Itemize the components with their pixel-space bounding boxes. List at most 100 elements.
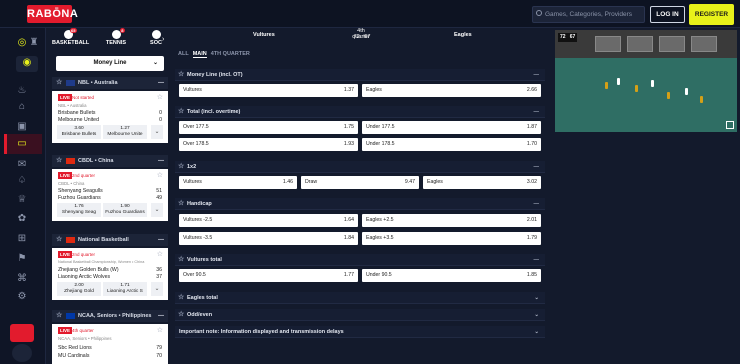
market-header[interactable]: ☆ Odd/even ⌄ [175,309,545,321]
minimize-icon[interactable]: — [158,155,164,167]
login-button[interactable]: LOG IN [650,6,685,23]
odd-button[interactable]: 3.60 Brisbane Bullets [57,125,101,139]
register-button[interactable]: REGISTER [689,4,734,25]
star-icon[interactable]: ☆ [157,327,163,334]
market-header[interactable]: ☆ 1x2 — [175,161,545,173]
shop-icon[interactable]: ⌘ [14,272,30,286]
casino-icon[interactable]: ▣ [14,120,30,134]
gift-icon[interactable]: ✿ [14,212,30,226]
cards-icon[interactable]: ♤ [14,174,30,188]
odd-button[interactable]: Over 177.5 1.75 [179,121,358,134]
flag-icon [66,158,75,164]
search-input[interactable]: Games, Categories, Providers [532,6,645,23]
minimize-icon[interactable]: — [534,106,540,118]
minimize-icon[interactable]: — [158,234,164,246]
star-icon[interactable]: ☆ [178,254,184,266]
live-stream[interactable]: 72 67 [555,30,737,132]
odd-button[interactable]: 2.00 Zhejiang Gold [57,282,101,296]
star-icon[interactable]: ☆ [157,94,163,101]
odd-button[interactable]: 1.90 Fuzhou Guardians [103,203,147,217]
market-header[interactable]: ☆ Vultures total — [175,254,545,266]
star-icon[interactable]: ☆ [56,312,62,320]
logo[interactable]: RABŌNA [27,5,78,23]
event-card[interactable]: LIVE Not started ☆ NBL • Australia Brisban… [52,91,168,143]
flag-icon[interactable]: ⚑ [14,252,30,266]
star-icon[interactable]: ☆ [178,309,184,321]
star-icon[interactable]: ☆ [56,157,62,165]
minimize-icon[interactable]: — [534,254,540,266]
cup-icon[interactable]: ♕ [14,193,30,207]
odd-button[interactable]: Over 90.5 1.77 [179,269,358,282]
minimize-icon[interactable]: — [158,77,164,89]
more-markets-button[interactable]: ⌄ [151,203,163,217]
trophy-icon[interactable]: ♜ [26,36,42,50]
fullscreen-icon[interactable] [726,121,734,129]
odd-button[interactable]: Vultures 1.46 [179,176,297,189]
settings-icon[interactable]: ⚙ [14,290,30,304]
chevron-down-icon[interactable]: ⌄ [534,292,539,304]
star-icon[interactable]: ☆ [178,198,184,210]
home-icon[interactable]: ⌂ [14,100,30,114]
tab-main[interactable]: MAIN [192,51,207,58]
info-note[interactable]: Important note: Information displayed an… [175,326,545,338]
globe-icon[interactable] [12,344,32,362]
odd-button[interactable]: Eagles +3.5 1.79 [362,232,541,245]
tab-all[interactable]: ALL [178,51,189,57]
tab-4th-quarter[interactable]: 4TH QUARTER [211,51,250,57]
odd-button[interactable]: Under 177.5 1.87 [362,121,541,134]
odd-button[interactable]: 1.76 Shenyang Seag [57,203,101,217]
minimize-icon[interactable]: — [158,310,164,322]
odd-button[interactable]: Eagles +2.5 2.01 [362,214,541,227]
chevron-down-icon[interactable]: ⌄ [534,309,539,321]
sports-icon[interactable]: ▭ [14,137,30,151]
market-select[interactable]: Money Line ⌄ [56,56,164,71]
event-card[interactable]: LIVE 2nd quarter ☆ CBDL • China Shenyang S… [52,169,168,221]
league-header[interactable]: ☆ NBL • Australia — [52,77,168,89]
league-header[interactable]: ☆ CBDL • China — [52,155,168,167]
odd-button[interactable]: Vultures -3.5 1.84 [179,232,358,245]
star-icon[interactable]: ☆ [157,172,163,179]
odd-button[interactable]: Over 178.5 1.93 [179,138,358,151]
star-icon[interactable]: ☆ [178,69,184,81]
star-icon[interactable]: ☆ [56,236,62,244]
odd-button[interactable]: Under 90.5 1.85 [362,269,541,282]
odd-button[interactable]: Under 178.5 1.70 [362,138,541,151]
language-flag-icon[interactable] [10,324,34,342]
promo-icon[interactable]: ✉ [14,158,30,172]
odd-value: 1.85 [526,272,537,278]
market-header[interactable]: ☆ Eagles total ⌄ [175,292,545,304]
market-header[interactable]: ☆ Money Line (incl. OT) — [175,69,545,81]
star-icon[interactable]: ☆ [56,79,62,87]
event-card[interactable]: LIVE 4th quarter ☆ NCAA, Seniors • Philipp… [52,324,168,364]
odd-button[interactable]: Draw 9.47 [301,176,419,189]
tab-basketball[interactable]: 65 BASKETBALL [52,28,89,46]
league-header[interactable]: ☆ NCAA, Seniors • Philippines — [52,310,168,322]
star-icon[interactable]: ☆ [157,251,163,258]
odd-button[interactable]: Vultures -2.5 1.64 [179,214,358,227]
minimize-icon[interactable]: — [534,161,540,173]
event-card[interactable]: LIVE 2nd quarter ☆ National Basketball Cha… [52,248,168,300]
odd-button[interactable]: 1.71 Liaoning Arctic S [103,282,147,296]
outcome: Vultures -3.5 [183,235,213,241]
star-icon[interactable]: ☆ [178,161,184,173]
cart-icon[interactable]: ⊞ [14,232,30,246]
odd-button[interactable]: Vultures 1.37 [179,84,358,97]
live-icon[interactable]: ◉ [16,56,38,72]
market-header[interactable]: ☆ Total (incl. overtime) — [175,106,545,118]
market-title: Odd/even [187,312,213,318]
market-header[interactable]: ☆ Handicap — [175,198,545,210]
star-icon[interactable]: ☆ [178,106,184,118]
star-icon[interactable]: ☆ [178,292,184,304]
odd-button[interactable]: Eagles 2.66 [362,84,541,97]
tab-tennis[interactable]: 8 TENNIS [100,28,132,46]
minimize-icon[interactable]: — [534,198,540,210]
odd-button[interactable]: Eagles 3.02 [423,176,541,189]
more-markets-button[interactable]: ⌄ [151,125,163,139]
flame-icon[interactable]: ♨ [14,84,30,98]
minimize-icon[interactable]: — [534,69,540,81]
more-markets-button[interactable]: ⌄ [151,282,163,296]
chevron-right-icon[interactable]: › [162,36,164,43]
chevron-down-icon[interactable]: ⌄ [534,326,539,338]
league-header[interactable]: ☆National Basketball Championship— [52,234,168,255]
odd-button[interactable]: 1.27 Melbourne Unite [103,125,147,139]
